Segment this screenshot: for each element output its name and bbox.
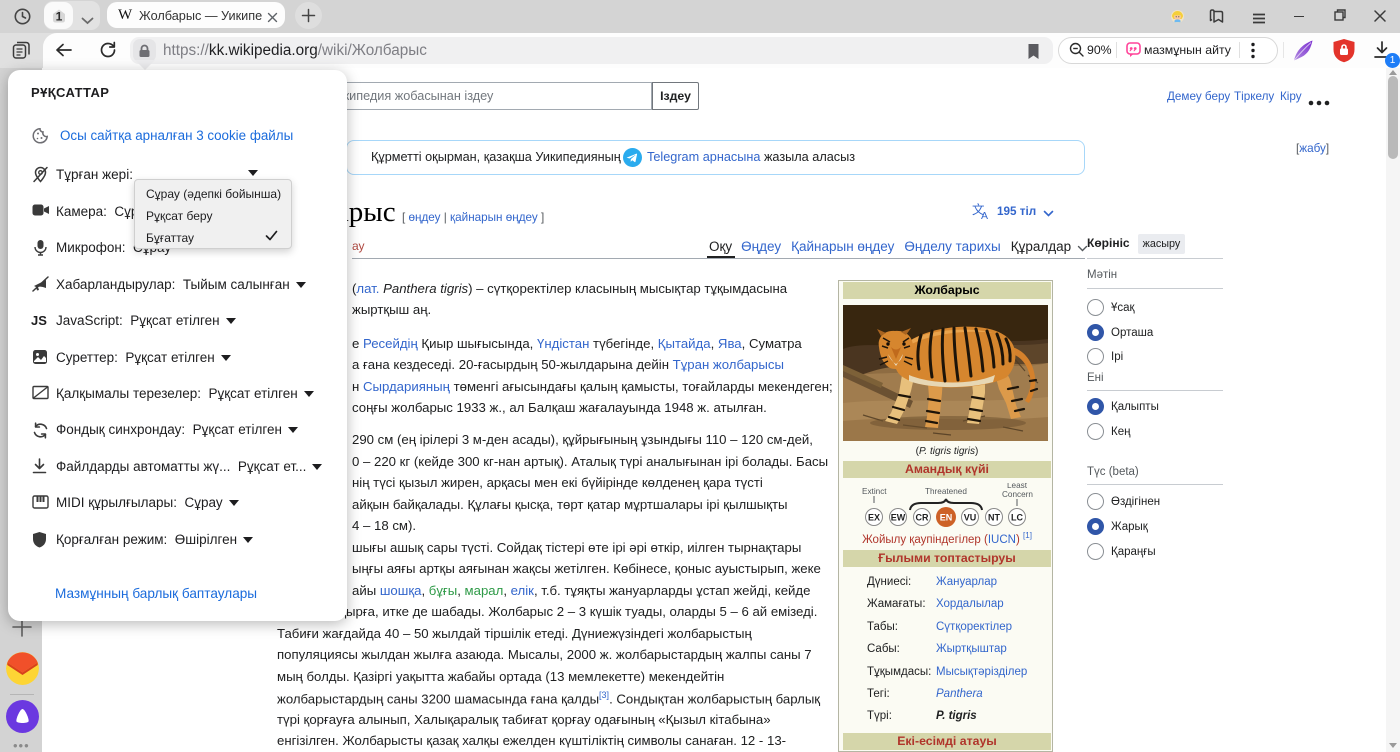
svg-text:NT: NT — [988, 513, 1000, 523]
svg-text:EW: EW — [891, 513, 906, 523]
svg-text:1: 1 — [56, 10, 63, 24]
svg-text:VU: VU — [964, 513, 977, 523]
svg-text:EX: EX — [868, 513, 880, 523]
svg-text:CR: CR — [916, 513, 929, 523]
svg-text:LC: LC — [1011, 513, 1023, 523]
svg-text:A: A — [981, 210, 988, 220]
svg-text:EN: EN — [940, 513, 953, 523]
svg-text:Least: Least — [1007, 483, 1028, 490]
svg-text:Extinct: Extinct — [862, 487, 887, 496]
svg-text:Threatened: Threatened — [925, 487, 967, 496]
svg-text:Concern: Concern — [1002, 490, 1033, 499]
